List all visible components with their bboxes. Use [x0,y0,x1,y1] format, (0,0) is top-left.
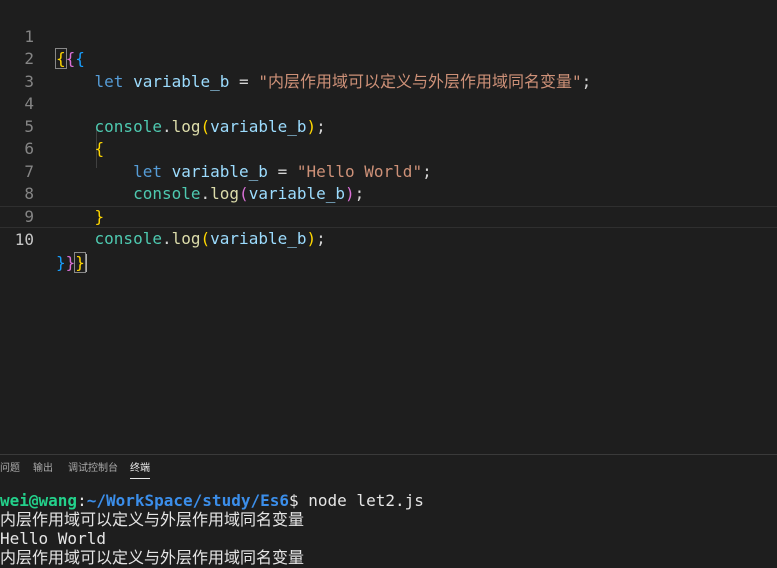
code-line-10[interactable]: 10 }}} [0,205,777,273]
code-line-8[interactable]: 8 } [0,161,777,226]
terminal-path: ~/WorkSpace/study/Es6 [86,491,289,510]
code-line-3[interactable]: 3 [0,48,777,91]
code-line-1[interactable]: 1 {{{ [0,3,777,69]
code-line-9[interactable]: 9 console.log(variable_b); [0,183,777,249]
code-line-4[interactable]: 4 console.log(variable_b); [0,71,777,136]
terminal-user: wei@wang [0,491,78,510]
paren: ( [200,229,211,248]
semicolon: ; [316,229,326,248]
code-line-2[interactable]: 2 let variable_b = "内层作用域可以定义与外层作用域同名变量"… [0,26,777,91]
paren: ) [306,229,317,248]
code-line-5[interactable]: 5 { [0,93,777,159]
terminal-prompt-line[interactable]: wei@wang:~/WorkSpace/study/Es6$ node let… [0,491,424,510]
terminal-command: node let2.js [308,491,424,510]
tab-terminal[interactable]: 终端 [130,460,150,479]
variable: variable_b [210,229,307,248]
bracket: } [56,252,66,272]
code-line-6[interactable]: 6 let variable_b = "Hello World"; [0,116,777,181]
tab-debug-console[interactable]: 调试控制台 [68,460,118,478]
bracket: } [65,252,76,272]
code-content: }}} [56,251,87,275]
dot: . [161,229,172,248]
function-name: log [171,229,201,248]
text-cursor [84,254,87,272]
terminal-output-line: 内层作用域可以定义与外层作用域同名变量 [0,510,305,529]
code-editor[interactable]: 1 {{{ 2 let variable_b = "内层作用域可以定义与外层作用… [0,0,777,454]
terminal-dollar: $ [289,491,309,510]
code-line-7[interactable]: 7 console.log(variable_b); [0,138,777,204]
tab-problems[interactable]: 问题 [0,460,20,478]
code-content: console.log(variable_b); [56,228,326,251]
object: console [94,229,162,248]
terminal-output-line: Hello World [0,529,106,548]
tab-output[interactable]: 输出 [33,460,53,478]
bracket: } [74,251,86,273]
terminal-separator: : [77,491,87,510]
bottom-panel: 问题 输出 调试控制台 终端 wei@wang:~/WorkSpace/stud… [0,454,777,568]
terminal-output-line: 内层作用域可以定义与外层作用域同名变量 [0,548,305,567]
line-number: 10 [14,230,34,249]
